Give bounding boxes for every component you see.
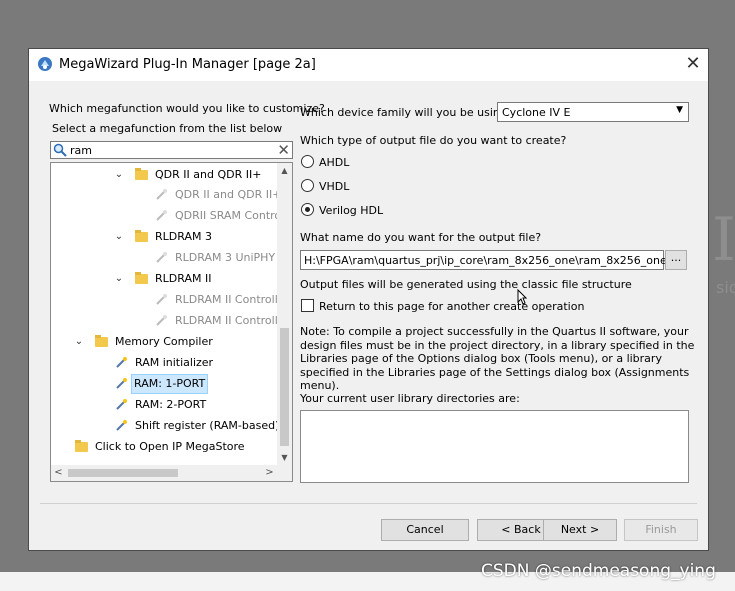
scrollbar-corner xyxy=(277,465,292,481)
wand-icon-disabled xyxy=(156,210,167,221)
return-to-page-checkbox[interactable] xyxy=(301,299,314,312)
megafunction-search-field[interactable]: ram ✕ xyxy=(50,141,293,159)
search-icon xyxy=(53,143,67,157)
device-family-select[interactable]: Cyclone IV E ▼ xyxy=(497,102,689,122)
tree-label: RLDRAM 3 UniPHY v1 xyxy=(175,251,293,264)
folder-icon xyxy=(135,272,148,284)
output-file-name-value[interactable]: H:\FPGA\ram\quartus_prj\ip_core\ram_8x25… xyxy=(304,254,667,267)
radio-verilog-hdl-label[interactable]: Verilog HDL xyxy=(319,204,383,217)
tree-horizontal-scrollbar[interactable]: < > xyxy=(51,465,277,481)
return-to-page-label[interactable]: Return to this page for another create o… xyxy=(319,300,584,313)
tree-label: RAM: 2-PORT xyxy=(135,398,207,411)
wand-icon xyxy=(116,378,127,389)
tree-vertical-scrollbar[interactable]: ▲ ▼ xyxy=(277,163,292,465)
wand-icon-disabled xyxy=(156,189,167,200)
tree-label: RAM initializer xyxy=(135,356,214,369)
device-family-question: Which device family will you be using? xyxy=(300,106,513,119)
vertical-scroll-thumb[interactable] xyxy=(280,328,289,446)
classic-structure-note: Output files will be generated using the… xyxy=(300,278,632,291)
close-button[interactable]: ✕ xyxy=(678,49,708,79)
chevron-down-icon[interactable]: ⌄ xyxy=(114,165,124,185)
chevron-down-icon[interactable]: ⌄ xyxy=(114,227,124,247)
megafunction-question: Which megafunction would you like to cus… xyxy=(49,102,325,115)
compile-note: Note: To compile a project successfully … xyxy=(300,325,695,392)
chevron-down-icon[interactable]: ⌄ xyxy=(114,269,124,289)
tree-label: Memory Compiler xyxy=(115,335,213,348)
scroll-right-icon[interactable]: > xyxy=(262,465,277,481)
tree-label: RLDRAM 3 xyxy=(155,230,212,243)
tree-label: Shift register (RAM-based) xyxy=(135,419,280,432)
megawizard-dialog: MegaWizard Plug-In Manager [page 2a] ✕ W… xyxy=(28,48,709,551)
output-type-question: Which type of output file do you want to… xyxy=(300,134,567,147)
tree-label: RLDRAM II Controller xyxy=(175,293,290,306)
output-file-name-field[interactable]: H:\FPGA\ram\quartus_prj\ip_core\ram_8x25… xyxy=(300,250,667,270)
folder-icon xyxy=(95,335,108,347)
megafunction-instruction: Select a megafunction from the list belo… xyxy=(52,122,283,135)
radio-ahdl[interactable] xyxy=(301,155,314,168)
next-button[interactable]: Next > xyxy=(543,519,617,541)
folder-icon xyxy=(135,168,148,180)
cancel-button[interactable]: Cancel xyxy=(381,519,469,541)
scroll-down-icon[interactable]: ▼ xyxy=(277,450,292,465)
wand-icon xyxy=(116,399,127,410)
radio-verilog-hdl[interactable] xyxy=(301,203,314,216)
radio-vhdl[interactable] xyxy=(301,179,314,192)
wand-icon xyxy=(116,420,127,431)
chevron-down-icon[interactable]: ⌄ xyxy=(74,332,84,352)
tree-label: QDRII SRAM Controll xyxy=(175,209,288,222)
wand-icon-disabled xyxy=(156,252,167,263)
wand-icon xyxy=(116,357,127,368)
wand-icon-disabled xyxy=(156,315,167,326)
dropdown-arrow-icon[interactable]: ▼ xyxy=(676,105,683,115)
tree-label: QDR II and QDR II+ xyxy=(175,188,282,201)
tree-label: RAM: 1-PORT xyxy=(131,374,209,394)
scroll-up-icon[interactable]: ▲ xyxy=(277,163,292,178)
device-family-value: Cyclone IV E xyxy=(502,106,571,119)
mouse-cursor-icon xyxy=(517,289,527,305)
title-bar: MegaWizard Plug-In Manager [page 2a] ✕ xyxy=(29,49,708,81)
library-directories-label: Your current user library directories ar… xyxy=(300,392,520,405)
horizontal-scroll-thumb[interactable] xyxy=(68,469,178,477)
close-icon: ✕ xyxy=(685,53,701,74)
library-directories-box[interactable] xyxy=(300,410,689,483)
search-input[interactable]: ram xyxy=(70,144,92,157)
radio-ahdl-label[interactable]: AHDL xyxy=(319,156,349,169)
footer-separator xyxy=(40,503,697,504)
tree-label: Click to Open IP MegaStore xyxy=(95,440,245,453)
output-name-question: What name do you want for the output fil… xyxy=(300,231,542,244)
megafunction-tree[interactable]: ⌄ QDR II and QDR II+ QDR II and QDR II+ … xyxy=(50,162,293,482)
tree-label: RLDRAM II xyxy=(155,272,212,285)
tree-label: RLDRAM II Controller xyxy=(175,314,290,327)
finish-button: Finish xyxy=(624,519,698,541)
scroll-left-icon[interactable]: < xyxy=(51,465,66,481)
folder-icon xyxy=(75,440,88,452)
background-text-2: sio xyxy=(716,278,735,297)
megawizard-app-icon xyxy=(38,57,52,71)
background-text: I xyxy=(712,205,735,275)
folder-icon xyxy=(135,230,148,242)
radio-vhdl-label[interactable]: VHDL xyxy=(319,180,349,193)
browse-button[interactable]: ... xyxy=(665,250,687,270)
clear-search-icon[interactable]: ✕ xyxy=(277,141,290,159)
watermark: CSDN @sendmeasong_ying xyxy=(481,561,716,581)
window-title: MegaWizard Plug-In Manager [page 2a] xyxy=(59,57,316,72)
tree-label: QDR II and QDR II+ xyxy=(155,168,262,181)
wand-icon-disabled xyxy=(156,294,167,305)
